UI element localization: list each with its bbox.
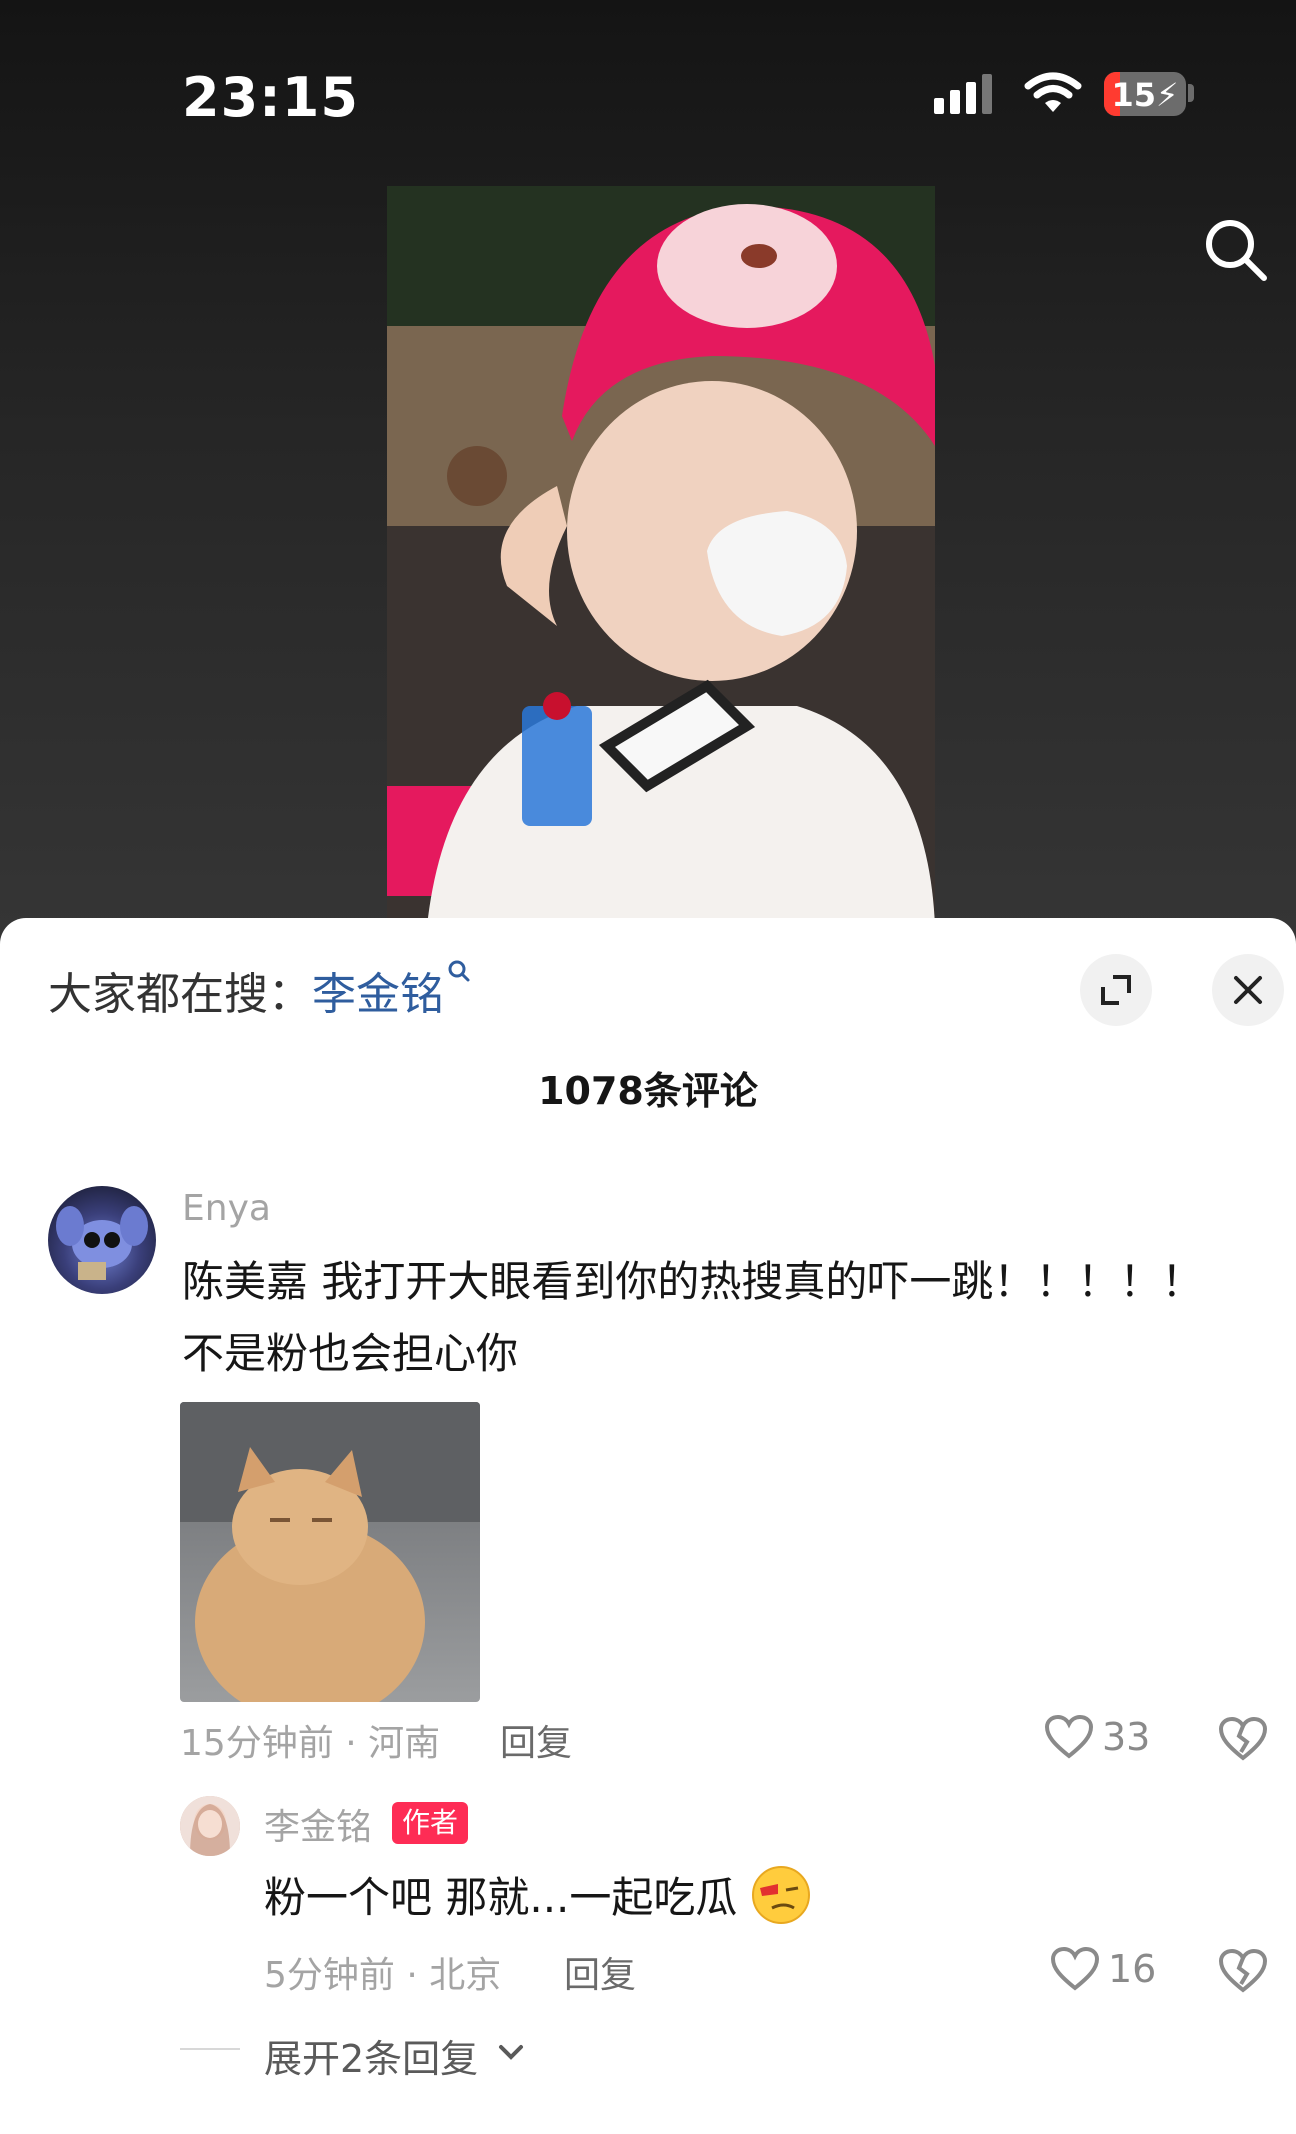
video-background: 23:15 15⚡: [0, 0, 1296, 960]
chevron-down-icon[interactable]: [496, 2042, 526, 2062]
status-time: 23:15: [182, 66, 359, 129]
search-icon[interactable]: [1200, 214, 1270, 284]
like-button[interactable]: 16: [1050, 1946, 1156, 1992]
expand-replies-button[interactable]: 展开2条回复: [264, 2028, 478, 2083]
hot-search-keyword[interactable]: 李金铭: [312, 969, 444, 1020]
reply-button[interactable]: 回复: [500, 1714, 572, 1766]
comment-count: 1078条评论: [538, 1069, 758, 1113]
reply-username[interactable]: 李金铭: [264, 1798, 372, 1850]
smirk-emoji-icon: [752, 1866, 810, 1924]
heart-icon: [1050, 1946, 1100, 1991]
comment-image[interactable]: [180, 1402, 480, 1702]
like-count: 16: [1108, 1947, 1157, 1991]
avatar[interactable]: [48, 1186, 156, 1294]
comment-text-line: 陈美嘉 我打开大眼看到你的热搜真的吓一跳！！！！！: [182, 1257, 1204, 1306]
selfie-illustration: [387, 186, 935, 926]
author-badge: 作者: [392, 1802, 469, 1844]
avatar[interactable]: [180, 1796, 240, 1856]
close-icon: [1234, 976, 1262, 1004]
expand-icon: [1101, 975, 1131, 1005]
comment-username[interactable]: Enya: [182, 1188, 271, 1229]
close-button[interactable]: [1212, 954, 1284, 1026]
like-button[interactable]: 33: [1044, 1714, 1150, 1760]
reply-text: 粉一个吧 那就...一起吃瓜: [264, 1873, 738, 1922]
small-search-icon: [448, 960, 470, 982]
stitch-avatar-illustration: [56, 1206, 148, 1280]
hot-search-prefix: 大家都在搜：: [48, 969, 312, 1020]
comment-meta: 15分钟前 · 河南: [180, 1723, 441, 1764]
dislike-icon[interactable]: [1218, 1716, 1268, 1762]
battery-level: 15: [1111, 76, 1157, 114]
reply-button[interactable]: 回复: [564, 1946, 636, 1998]
like-count: 33: [1102, 1715, 1151, 1759]
dislike-icon[interactable]: [1218, 1948, 1268, 1994]
battery-charging-icon: 15⚡: [1104, 72, 1186, 116]
post-photo[interactable]: [387, 186, 935, 926]
comment-text-line: 不是粉也会担心你: [182, 1329, 519, 1378]
hot-search-bar[interactable]: 大家都在搜：李金铭: [48, 958, 472, 1022]
status-bar: 23:15 15⚡: [0, 0, 1296, 190]
reply-meta: 5分钟前 · 北京: [264, 1955, 502, 1996]
heart-icon: [1044, 1714, 1094, 1759]
comments-panel: 大家都在搜：李金铭 1078条评论 Enya 陈美嘉 我打开大眼看到你的热搜真的…: [0, 918, 1296, 2134]
wifi-icon: [1024, 72, 1082, 112]
signal-icon: [934, 74, 992, 114]
divider: [180, 2048, 240, 2050]
comment-text: 陈美嘉 我打开大眼看到你的热搜真的吓一跳！！！！！ 不是粉也会担心你: [182, 1246, 1262, 1390]
author-avatar-illustration: [180, 1796, 240, 1856]
expand-button[interactable]: [1080, 954, 1152, 1026]
cat-image-illustration: [180, 1402, 480, 1702]
